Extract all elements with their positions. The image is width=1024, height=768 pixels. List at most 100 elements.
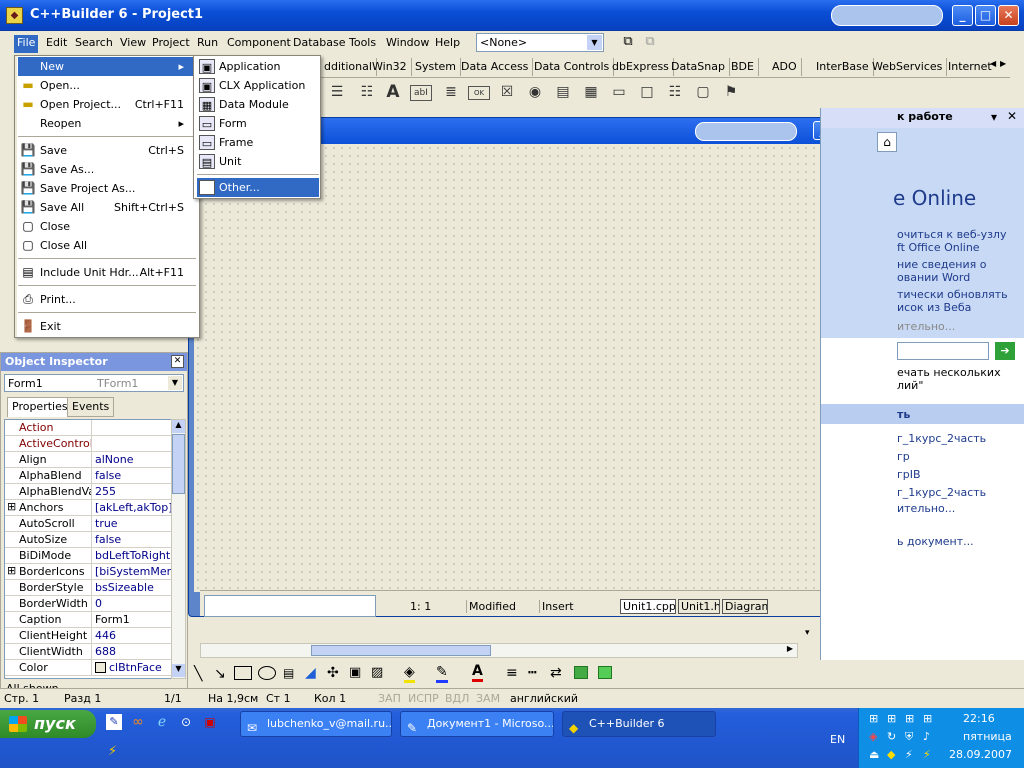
component-combo[interactable]: <None> ▼ <box>476 33 604 52</box>
3d-style-icon[interactable] <box>598 666 612 679</box>
form-nvidia-toolbar[interactable] <box>695 122 797 141</box>
menu-item-save-as[interactable]: 💾 Save As... <box>18 160 196 179</box>
memo-component-icon[interactable]: ≣ <box>440 81 462 103</box>
sync-icon[interactable]: ⧉ <box>619 34 637 51</box>
property-row[interactable]: Color clBtnFace <box>5 660 171 676</box>
line-tool-icon[interactable]: ╲ <box>194 666 202 682</box>
close-button[interactable]: ✕ <box>998 5 1019 26</box>
recent-file-0[interactable]: г_1курс_2часть <box>897 432 986 445</box>
property-value[interactable]: [akLeft,akTop] <box>93 500 171 516</box>
wordart-tool-icon[interactable]: ◢ <box>305 665 316 681</box>
menu-item-save-project-as[interactable]: 💾 Save Project As... <box>18 179 196 198</box>
menu-item-save-all[interactable]: 💾 Save All Shift+Ctrl+S <box>18 198 196 217</box>
property-value[interactable]: true <box>93 516 171 532</box>
tab-bde[interactable]: BDE <box>727 58 759 76</box>
menu-search[interactable]: Search <box>72 35 116 53</box>
property-value[interactable]: clBtnFace <box>93 660 171 676</box>
menu-item-reopen[interactable]: Reopen ▸ <box>18 114 196 133</box>
tab-webservices[interactable]: WebServices <box>868 58 948 76</box>
menu-window[interactable]: Window <box>383 35 432 53</box>
menu-item-close-all[interactable]: ▢ Close All <box>18 236 196 255</box>
recent-file-3[interactable]: г_1курс_2часть <box>897 486 986 499</box>
tab-diagram[interactable]: Diagram <box>722 599 768 614</box>
usb-tray-icon[interactable]: ⏏ <box>869 748 879 761</box>
new-item-other[interactable]: ▯ Other... <box>197 178 319 197</box>
volume-tray-icon[interactable]: ♪ <box>923 730 930 743</box>
listbox-component-icon[interactable]: ▤ <box>552 81 574 103</box>
tab-system[interactable]: System <box>411 58 462 76</box>
scroll-right-icon[interactable]: ▶ <box>1000 59 1009 68</box>
menu-view[interactable]: View <box>117 35 149 53</box>
search-input[interactable] <box>897 342 989 360</box>
horizontal-scrollbar[interactable]: ▶ <box>200 643 798 658</box>
property-row[interactable]: BiDiMode bdLeftToRight <box>5 548 171 564</box>
tab-datasnap[interactable]: DataSnap <box>667 58 730 76</box>
clock-time[interactable]: 22:16 <box>963 712 995 725</box>
tab-data-access[interactable]: Data Access <box>457 58 534 76</box>
menu-project[interactable]: Project <box>149 35 193 53</box>
start-button[interactable]: пуск <box>0 710 96 738</box>
property-value[interactable]: [biSystemMenu, <box>93 564 171 580</box>
new-item-data-module[interactable]: ▦ Data Module <box>197 95 319 114</box>
nvidia-toolbar[interactable] <box>831 5 943 26</box>
network3-tray-icon[interactable]: ⊞ <box>905 712 914 725</box>
chevron-down-icon[interactable]: ▼ <box>168 376 182 390</box>
menu-item-open[interactable]: ▬ Open... <box>18 76 196 95</box>
network4-tray-icon[interactable]: ⊞ <box>923 712 932 725</box>
media-quicklaunch-icon[interactable]: ⊙ <box>178 714 194 730</box>
sync-tray-icon[interactable]: ↻ <box>887 730 896 743</box>
new-item-unit[interactable]: ▤ Unit <box>197 152 319 171</box>
menu-item-new[interactable]: New ▸ <box>18 57 196 76</box>
link-5[interactable]: исок из Веба <box>897 301 971 314</box>
tab-data-controls[interactable]: Data Controls <box>530 58 615 76</box>
link-more[interactable]: ительно... <box>897 320 955 333</box>
shield-tray-icon[interactable]: ⛨ <box>905 730 913 744</box>
property-row[interactable]: ⊞BorderIcons[biSystemMenu, <box>5 564 171 580</box>
new-item-form[interactable]: ▭ Form <box>197 114 319 133</box>
property-value[interactable]: 255 <box>93 484 171 500</box>
scroll-down-icon[interactable]: ▼ <box>172 664 185 677</box>
task-word[interactable]: ✎ Документ1 - Microso... <box>400 711 554 737</box>
property-row[interactable]: AlphaBlend false <box>5 468 171 484</box>
office-quicklaunch-icon[interactable]: ∞ <box>130 714 146 730</box>
status-rec[interactable]: ЗАП <box>374 691 405 707</box>
property-scrollbar[interactable]: ▲ ▼ <box>171 419 186 679</box>
oval-tool-icon[interactable] <box>258 666 276 680</box>
property-value[interactable]: bdLeftToRight <box>93 548 171 564</box>
link-0[interactable]: очиться к веб-узлу <box>897 228 1006 241</box>
scroll-up-icon[interactable]: ▲ <box>172 420 185 433</box>
tab-win32[interactable]: Win32 <box>368 58 412 76</box>
new-item-application[interactable]: ▣ Application <box>197 57 319 76</box>
power-tray-icon[interactable]: ⚡ <box>905 748 913 761</box>
property-value[interactable]: false <box>93 532 171 548</box>
tab-internet[interactable]: Internet <box>944 58 996 76</box>
menu-item-open-project[interactable]: ▬ Open Project... Ctrl+F11 <box>18 95 196 114</box>
menu-edit[interactable]: Edit <box>43 35 70 53</box>
menu-item-print[interactable]: ⎙ Print... <box>18 290 196 309</box>
property-value[interactable]: bsSizeable <box>93 580 171 596</box>
property-value[interactable]: false <box>93 468 171 484</box>
object-selector[interactable]: Form1 TForm1 ▼ <box>4 374 184 392</box>
panel-component-icon[interactable]: ▢ <box>692 81 714 103</box>
network2-tray-icon[interactable]: ⊞ <box>887 712 896 725</box>
home-icon[interactable]: ⌂ <box>877 132 897 152</box>
new-item-frame[interactable]: ▭ Frame <box>197 133 319 152</box>
status-trk[interactable]: ИСПР <box>404 691 443 707</box>
update-tray-icon[interactable]: ⚡ <box>923 748 931 761</box>
menu-tools[interactable]: Tools <box>346 35 379 53</box>
property-row[interactable]: ClientWidth 688 <box>5 644 171 660</box>
task-mail[interactable]: ✉ lubchenko_v@mail.ru.... <box>240 711 392 737</box>
tab-properties[interactable]: Properties <box>7 397 73 417</box>
scroll-thumb[interactable] <box>172 434 185 494</box>
menu-help[interactable]: Help <box>432 35 463 53</box>
radiogroup-component-icon[interactable]: ☷ <box>664 81 686 103</box>
label-component-icon[interactable]: A <box>382 81 404 103</box>
forms-icon[interactable]: ⧉ <box>641 34 659 51</box>
popupmenu-component-icon[interactable]: ☷ <box>356 81 378 103</box>
menu-item-close[interactable]: ▢ Close <box>18 217 196 236</box>
link-2[interactable]: ние сведения о <box>897 258 986 271</box>
menu-database[interactable]: Database <box>290 35 349 53</box>
task-cbuilder[interactable]: ◆ C++Builder 6 <box>562 711 716 737</box>
property-row[interactable]: ActiveControl <box>5 436 171 452</box>
groupbox-component-icon[interactable]: □ <box>636 81 658 103</box>
